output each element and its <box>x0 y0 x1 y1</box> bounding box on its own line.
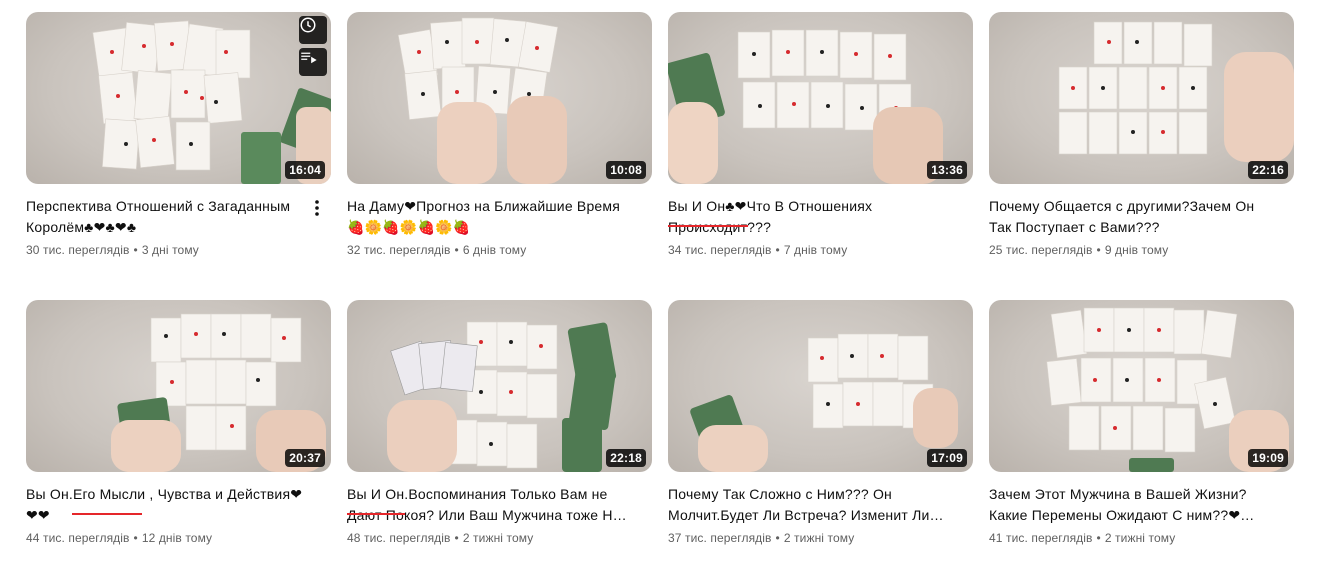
upload-age: 2 тижні тому <box>462 531 534 545</box>
upload-age: 6 днів тому <box>462 243 527 257</box>
video-thumbnail[interactable]: 22:16 <box>989 12 1294 184</box>
separator: • <box>454 243 459 257</box>
separator: • <box>133 243 138 257</box>
video-duration: 19:09 <box>1248 449 1288 467</box>
video-title[interactable]: Перспектива Отношений с Загаданным Корол… <box>26 196 306 238</box>
upload-age: 2 тижні тому <box>1104 531 1176 545</box>
upload-age: 2 тижні тому <box>783 531 855 545</box>
thumbnail-image <box>397 17 567 184</box>
thumbnail-image <box>387 321 617 472</box>
video-duration: 16:04 <box>285 161 325 179</box>
video-thumbnail[interactable]: 22:18 <box>347 300 652 472</box>
queue-icon <box>301 52 317 64</box>
view-count: 32 тис. переглядів <box>347 243 451 257</box>
separator: • <box>454 531 459 545</box>
more-actions-button[interactable] <box>307 198 327 218</box>
thumbnail-image <box>1046 307 1289 472</box>
video-title[interactable]: Почему Так Сложно с Ним??? Он Молчит.Буд… <box>668 484 948 526</box>
separator: • <box>133 531 138 545</box>
add-to-queue-button[interactable] <box>299 48 327 76</box>
separator: • <box>1096 531 1101 545</box>
view-count: 25 тис. переглядів <box>989 243 1093 257</box>
upload-age: 7 днів тому <box>783 243 848 257</box>
video-title[interactable]: Вы И Он.Воспоминания Только Вам не Дают … <box>347 484 627 526</box>
video-duration: 22:16 <box>1248 161 1288 179</box>
thumbnail-image <box>668 29 943 184</box>
video-duration: 22:18 <box>606 449 646 467</box>
video-duration: 10:08 <box>606 161 646 179</box>
video-metadata: 44 тис. переглядів • 12 днів тому <box>26 531 212 545</box>
video-duration: 17:09 <box>927 449 967 467</box>
upload-age: 9 днів тому <box>1104 243 1169 257</box>
thumbnail-image <box>690 333 958 472</box>
video-metadata: 32 тис. переглядів • 6 днів тому <box>347 243 526 257</box>
video-metadata: 37 тис. переглядів • 2 тижні тому <box>668 531 854 545</box>
thumbnail-image <box>111 313 326 472</box>
video-metadata: 25 тис. переглядів • 9 днів тому <box>989 243 1168 257</box>
video-thumbnail[interactable]: 17:09 <box>668 300 973 472</box>
view-count: 48 тис. переглядів <box>347 531 451 545</box>
upload-age: 3 дні тому <box>141 243 199 257</box>
red-underline <box>72 513 142 515</box>
red-underline <box>668 225 748 227</box>
thumbnail-image <box>92 20 331 184</box>
view-count: 44 тис. переглядів <box>26 531 130 545</box>
video-thumbnail[interactable]: 13:36 <box>668 12 973 184</box>
video-duration: 13:36 <box>927 161 967 179</box>
video-title[interactable]: Вы И Он♣❤Что В Отношениях Происходит??? <box>668 196 948 238</box>
watch-later-button[interactable] <box>299 16 327 44</box>
upload-age: 12 днів тому <box>141 531 213 545</box>
video-thumbnail[interactable]: 19:09 <box>989 300 1294 472</box>
separator: • <box>775 531 780 545</box>
more-vert-icon <box>315 200 319 216</box>
video-metadata: 41 тис. переглядів • 2 тижні тому <box>989 531 1175 545</box>
view-count: 30 тис. переглядів <box>26 243 130 257</box>
red-underline <box>347 513 405 515</box>
thumbnail-image <box>1058 21 1294 162</box>
separator: • <box>1096 243 1101 257</box>
video-metadata: 30 тис. переглядів • 3 дні тому <box>26 243 199 257</box>
video-title[interactable]: На Даму❤Прогноз на Ближайшие Время 🍓🌼🍓🌼🍓… <box>347 196 627 238</box>
video-metadata: 48 тис. переглядів • 2 тижні тому <box>347 531 533 545</box>
clock-icon <box>300 17 316 33</box>
video-thumbnail[interactable]: 20:37 <box>26 300 331 472</box>
video-thumbnail[interactable]: 16:04 <box>26 12 331 184</box>
video-duration: 20:37 <box>285 449 325 467</box>
separator: • <box>775 243 780 257</box>
view-count: 37 тис. переглядів <box>668 531 772 545</box>
view-count: 34 тис. переглядів <box>668 243 772 257</box>
video-thumbnail[interactable]: 10:08 <box>347 12 652 184</box>
video-metadata: 34 тис. переглядів • 7 днів тому <box>668 243 847 257</box>
video-title[interactable]: Зачем Этот Мужчина в Вашей Жизни? Какие … <box>989 484 1269 526</box>
video-title[interactable]: Почему Общается с другими?Зачем Он Так П… <box>989 196 1269 238</box>
video-title[interactable]: Вы Он.Его Мысли , Чувства и Действия❤❤❤ <box>26 484 306 526</box>
view-count: 41 тис. переглядів <box>989 531 1093 545</box>
